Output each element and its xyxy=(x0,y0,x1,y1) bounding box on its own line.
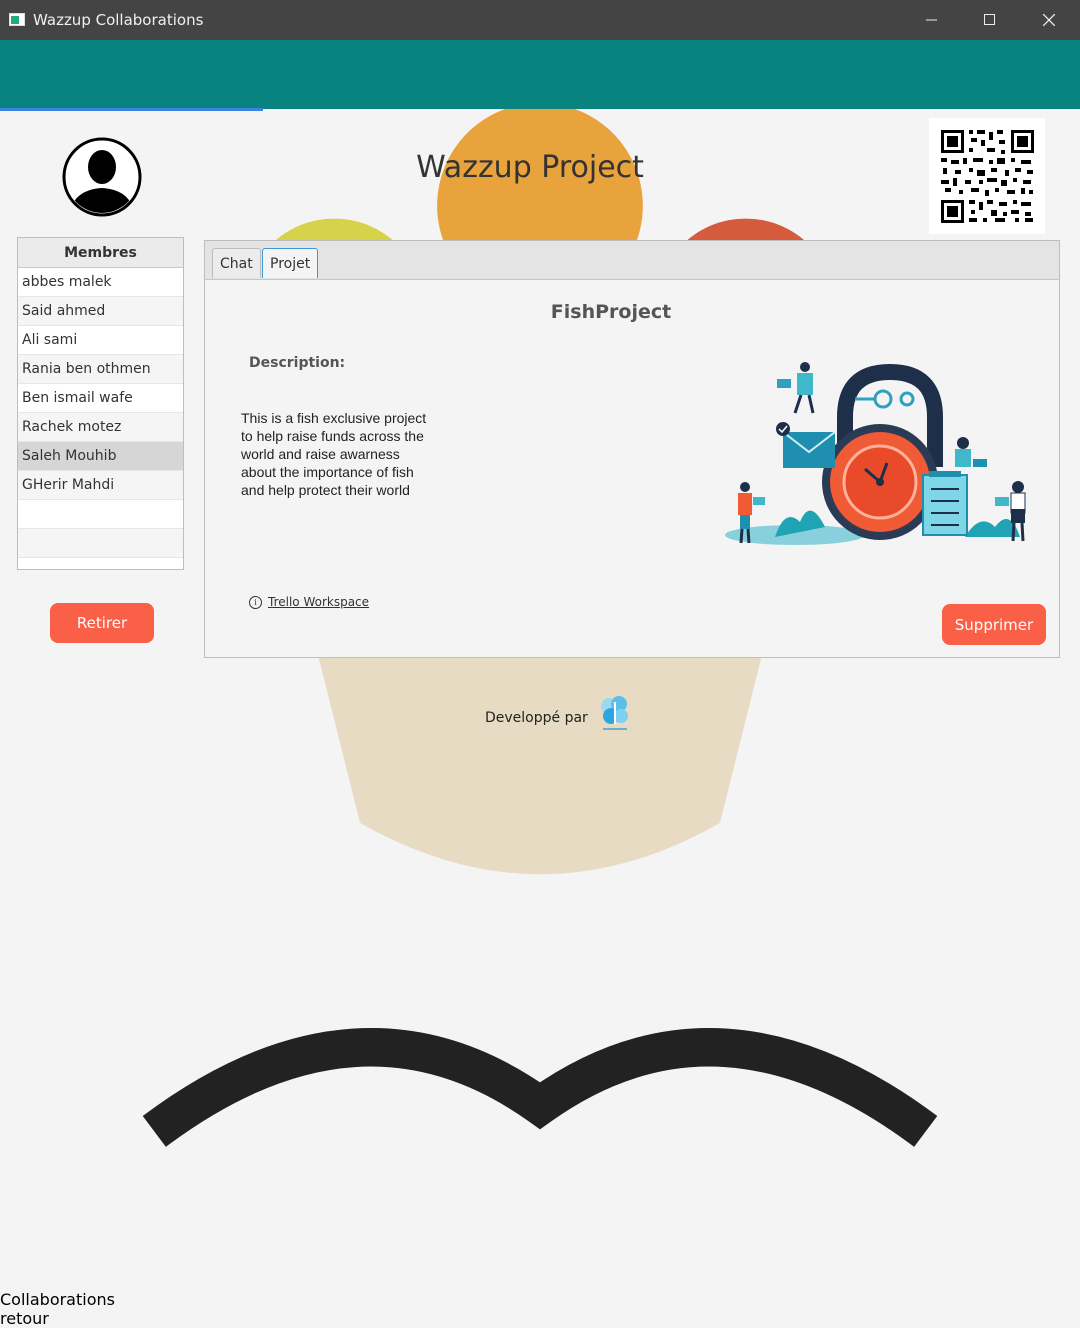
list-item[interactable]: abbes malek xyxy=(18,268,183,297)
maximize-button[interactable] xyxy=(961,0,1019,40)
description-text: This is a fish exclusive project to help… xyxy=(241,410,427,498)
tab-header: Chat Projet xyxy=(205,241,1059,280)
app-header xyxy=(0,40,1080,109)
project-tab-pane: Chat Projet FishProject Description: Thi… xyxy=(204,240,1060,658)
window-title: Wazzup Collaborations xyxy=(33,11,204,29)
list-item-empty xyxy=(18,500,183,529)
trello-link-label[interactable]: Trello Workspace xyxy=(268,595,369,609)
progress-indicator xyxy=(0,108,263,111)
security-illustration xyxy=(725,362,1026,545)
project-title: Wazzup Project xyxy=(416,150,644,185)
list-item[interactable]: Rachek motez xyxy=(18,413,183,442)
avatar-icon xyxy=(62,137,142,217)
trello-link[interactable]: i Trello Workspace xyxy=(249,595,369,609)
list-item[interactable]: Rania ben othmen xyxy=(18,355,183,384)
footer-credit: Developpé par xyxy=(485,710,588,726)
tab-projet[interactable]: Projet xyxy=(262,248,319,278)
tab-chat[interactable]: Chat xyxy=(212,248,261,278)
close-button[interactable] xyxy=(1020,0,1078,40)
list-item[interactable]: Ali sami xyxy=(18,326,183,355)
description-label: Description: xyxy=(249,355,346,371)
info-icon: i xyxy=(249,595,262,609)
list-item[interactable]: Ben ismail wafe xyxy=(18,384,183,413)
minimize-button[interactable] xyxy=(903,0,961,40)
list-item-selected[interactable]: Saleh Mouhib xyxy=(18,442,183,471)
close-icon xyxy=(1043,14,1055,26)
maximize-icon xyxy=(984,14,995,25)
remove-member-button[interactable]: Retirer xyxy=(50,603,154,643)
project-name: FishProject xyxy=(550,301,672,323)
members-header: Membres xyxy=(18,238,183,268)
header-title: Collaborations xyxy=(0,1289,115,1309)
qr-code xyxy=(929,118,1045,234)
app-icon xyxy=(9,13,25,26)
minimize-icon xyxy=(926,19,937,21)
window-titlebar: Wazzup Collaborations xyxy=(0,0,1080,40)
members-list: Membres abbes malek Said ahmed Ali sami … xyxy=(17,237,184,570)
list-item[interactable]: Said ahmed xyxy=(18,297,183,326)
developer-logo xyxy=(601,696,628,730)
list-item-empty xyxy=(18,529,183,558)
back-link[interactable]: retour xyxy=(0,1309,1080,1328)
delete-project-button[interactable]: Supprimer xyxy=(942,604,1046,645)
list-item[interactable]: GHerir Mahdi xyxy=(18,471,183,500)
